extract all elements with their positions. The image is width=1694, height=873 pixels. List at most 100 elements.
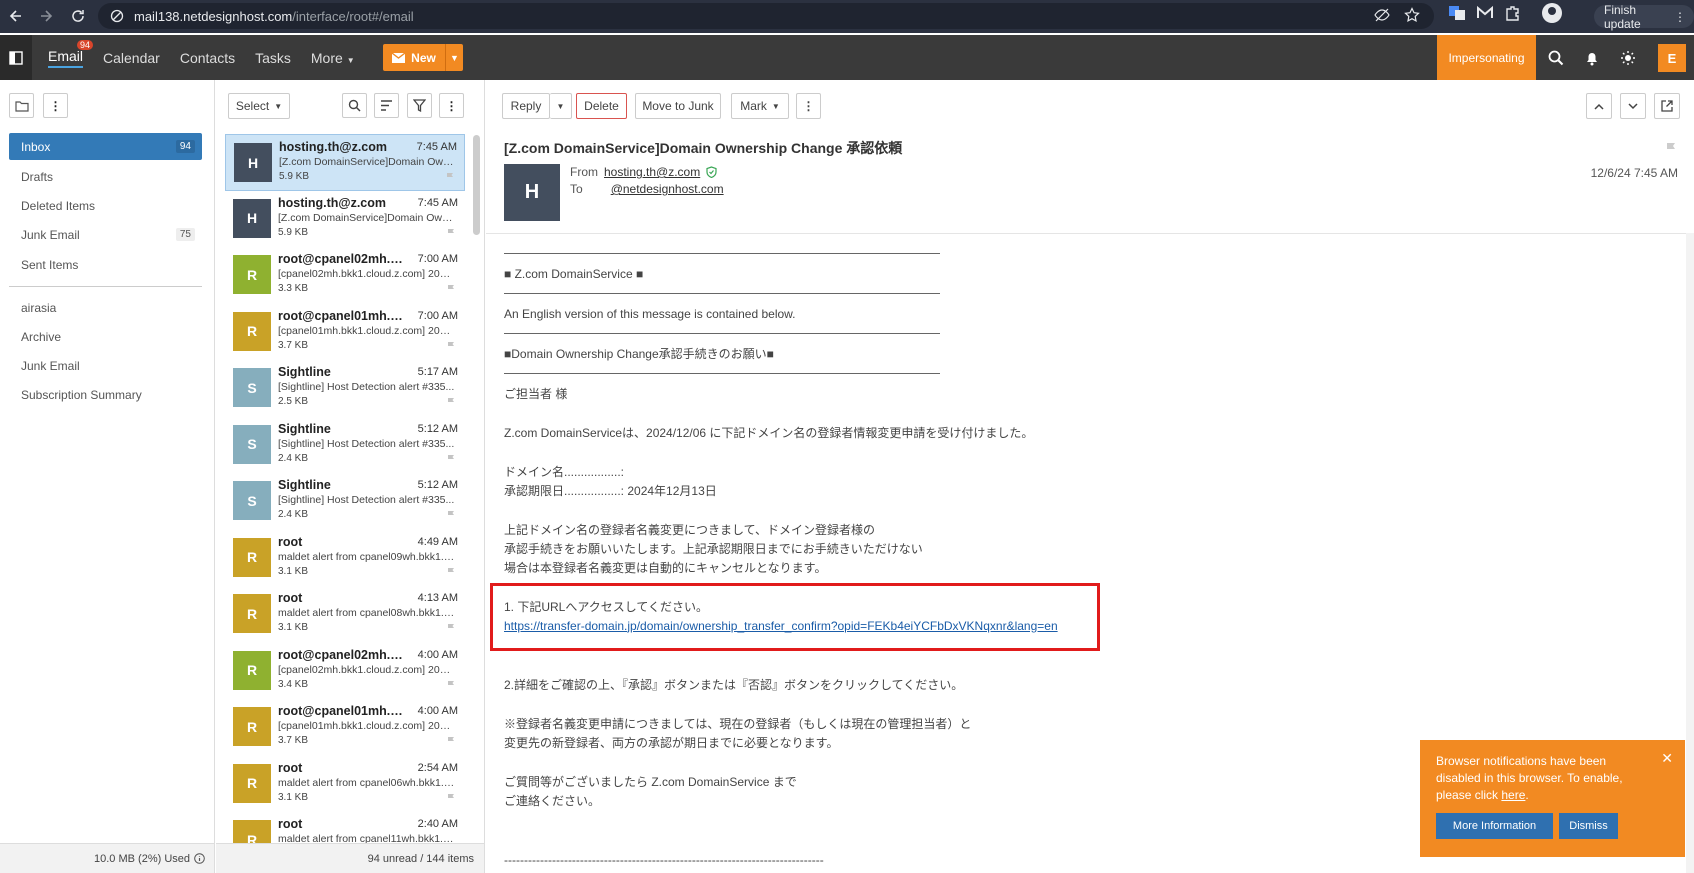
message-row[interactable]: Rroot 2:54 AM maldet alert from cpanel06wh…: [225, 756, 465, 813]
new-main[interactable]: New: [383, 51, 445, 65]
flag-icon[interactable]: [447, 511, 456, 520]
impersonating-button[interactable]: Impersonating: [1437, 35, 1536, 80]
recipient-address[interactable]: @netdesignhost.com: [611, 182, 724, 196]
folder-icon: [14, 100, 29, 112]
folder-sent[interactable]: Sent Items: [9, 251, 202, 278]
reader-more-button[interactable]: ⋮: [796, 93, 821, 119]
flag-icon[interactable]: [447, 624, 456, 633]
folder-drafts[interactable]: Drafts: [9, 163, 202, 190]
filter-button[interactable]: [407, 93, 432, 118]
list-more-button[interactable]: ⋮: [439, 93, 464, 118]
not-secure-icon[interactable]: [110, 9, 124, 23]
flag-icon[interactable]: [447, 793, 456, 803]
eye-off-icon[interactable]: [1374, 7, 1390, 23]
new-button[interactable]: New ▼: [383, 44, 463, 71]
list-search-button[interactable]: [342, 93, 367, 118]
folder-label: Junk Email: [21, 227, 80, 242]
new-dropdown-caret[interactable]: ▼: [445, 44, 463, 71]
sender-avatar: R: [233, 594, 271, 633]
select-dropdown[interactable]: Select ▼: [228, 93, 290, 119]
bell-icon[interactable]: [1584, 50, 1600, 66]
nav-tasks[interactable]: Tasks: [255, 50, 291, 66]
dismiss-button[interactable]: Dismiss: [1559, 813, 1618, 839]
user-avatar[interactable]: E: [1658, 44, 1686, 72]
message-list-scrollbar[interactable]: [473, 135, 480, 235]
browser-bar: mail138.netdesignhost.com/interface/root…: [0, 0, 1694, 33]
brightness-icon[interactable]: [1620, 50, 1636, 66]
next-message-button[interactable]: [1620, 93, 1646, 119]
message-row[interactable]: Hhosting.th@z.com 7:45 AM [Z.com DomainSer…: [225, 191, 465, 248]
flag-icon[interactable]: [447, 680, 456, 690]
previous-message-button[interactable]: [1586, 93, 1612, 119]
flag-icon[interactable]: [447, 228, 456, 238]
move-to-junk-button[interactable]: Move to Junk: [635, 93, 721, 119]
search-icon: [348, 99, 361, 112]
folder-deleted[interactable]: Deleted Items: [9, 192, 202, 219]
folder-subscription-summary[interactable]: Subscription Summary: [9, 381, 202, 408]
message-row[interactable]: Rroot@cpanel02mh.bk... 7:00 AM [cpanel02mh…: [225, 247, 465, 304]
message-row[interactable]: S Sightline 5:17 AM [Sightline] Host Detect…: [225, 360, 465, 417]
reload-icon[interactable]: [64, 2, 92, 30]
folder-archive[interactable]: Archive: [9, 323, 202, 350]
pop-out-button[interactable]: [1654, 93, 1680, 119]
folder-button[interactable]: [9, 93, 34, 118]
kebab-icon: ⋮: [445, 98, 458, 113]
flag-icon[interactable]: [446, 173, 455, 182]
folder-label: Deleted Items: [21, 198, 96, 213]
profile-avatar[interactable]: [1542, 3, 1562, 23]
message-row[interactable]: Rroot@cpanel01mh.bkk... 4:00 AM [cpanel01m…: [225, 699, 465, 756]
forward-icon[interactable]: [32, 2, 60, 30]
address-bar[interactable]: mail138.netdesignhost.com/interface/root…: [98, 3, 1434, 29]
folder-junk-2[interactable]: Junk Email: [9, 352, 202, 379]
more-information-button[interactable]: More Information: [1436, 813, 1553, 839]
search-icon[interactable]: [1548, 50, 1564, 66]
flag-icon[interactable]: [447, 454, 456, 464]
toast-here-link[interactable]: here: [1501, 788, 1525, 802]
message-row[interactable]: Rroot@cpanel02mh.bk... 4:00 AM [cpanel02mh…: [225, 643, 465, 700]
folder-more-button[interactable]: ⋮: [43, 93, 68, 118]
flag-icon[interactable]: [447, 285, 456, 294]
extensions-puzzle-icon[interactable]: [1504, 4, 1522, 22]
flag-icon[interactable]: [447, 567, 456, 577]
message-row[interactable]: Rroot 4:49 AM maldet alert from cpanel09wh…: [225, 530, 465, 587]
message-row[interactable]: Rroot@cpanel01mh.bkk... 7:00 AM [cpanel01m…: [225, 304, 465, 361]
body-line: An English version of this message is co…: [504, 306, 796, 321]
message-time: 4:49 AM: [417, 535, 458, 548]
flag-icon[interactable]: [447, 398, 456, 407]
translate-icon[interactable]: [1448, 4, 1466, 22]
body-rule: [504, 293, 940, 294]
close-icon[interactable]: ✕: [1661, 750, 1673, 767]
message-row[interactable]: S Sightline 5:12 AM [Sightline] Host Detect…: [225, 473, 465, 530]
flag-icon[interactable]: [447, 341, 456, 351]
delete-button[interactable]: Delete: [576, 93, 627, 119]
nav-calendar[interactable]: Calendar: [103, 50, 160, 66]
nav-contacts[interactable]: Contacts: [180, 50, 235, 66]
url-text[interactable]: mail138.netdesignhost.com/interface/root…: [134, 9, 414, 24]
nav-more[interactable]: More ▼: [311, 50, 355, 66]
folder-junk[interactable]: Junk Email 75: [9, 221, 202, 248]
caret-down-icon: ▼: [771, 101, 780, 111]
message-row[interactable]: Hhosting.th@z.com 7:45 AM [Z.com DomainSer…: [225, 134, 465, 191]
finish-update-button[interactable]: Finish update ⋮: [1594, 3, 1694, 31]
reading-pane-scrollbar[interactable]: [1686, 233, 1694, 873]
message-row[interactable]: S Sightline 5:12 AM [Sightline] Host Detect…: [225, 417, 465, 474]
message-time: 7:45 AM: [417, 196, 458, 209]
message-subject-preview: [cpanel02mh.bkk1.cloud.z.com] 2024...: [278, 268, 456, 280]
flag-icon[interactable]: [1665, 142, 1678, 155]
folder-airasia[interactable]: airasia: [9, 294, 202, 321]
flag-icon[interactable]: [447, 737, 456, 746]
sender-address[interactable]: hosting.th@z.com: [604, 165, 700, 179]
nav-email[interactable]: Email 94: [48, 39, 94, 68]
bookmark-star-icon[interactable]: [1404, 7, 1420, 23]
folder-inbox[interactable]: Inbox 94: [9, 133, 202, 160]
reply-dropdown-caret[interactable]: ▼: [550, 93, 572, 119]
extension-m-icon[interactable]: [1476, 4, 1494, 22]
mark-dropdown[interactable]: Mark ▼: [731, 93, 789, 119]
message-row[interactable]: Rroot 4:13 AM maldet alert from cpanel08wh…: [225, 586, 465, 643]
sort-button[interactable]: [374, 93, 399, 118]
back-icon[interactable]: [2, 2, 30, 30]
reply-button[interactable]: Reply: [502, 93, 550, 119]
sidebar-toggle-button[interactable]: [0, 35, 32, 80]
info-icon[interactable]: [194, 853, 205, 864]
message-time: 5:12 AM: [417, 422, 458, 435]
